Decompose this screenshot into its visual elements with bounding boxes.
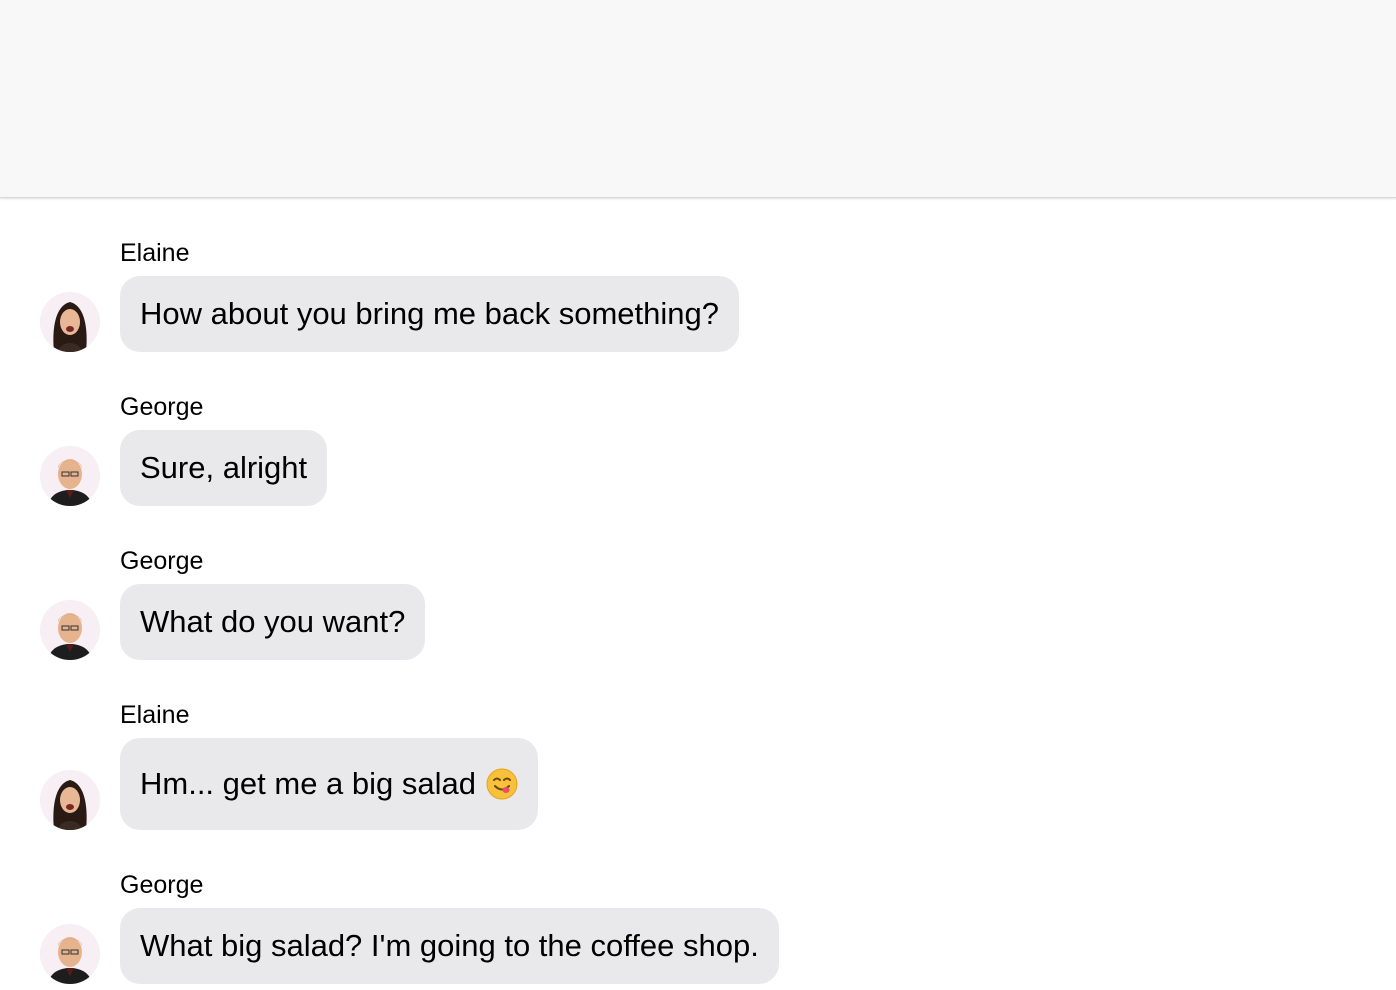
message-bubble: How about you bring me back something? <box>120 276 739 352</box>
sender-name: George <box>120 393 204 421</box>
message-item: George Sure, alright <box>0 392 1396 512</box>
message-text: Sure, alright <box>140 450 308 485</box>
sender-name: George <box>120 871 204 899</box>
elaine-avatar <box>40 770 100 830</box>
george-avatar <box>40 924 100 984</box>
sender-name: George <box>120 547 204 575</box>
message-list: Elaine How about you bring me back somet… <box>0 198 1396 990</box>
message-text: What do you want? <box>140 604 406 639</box>
message-item: Elaine How about you bring me back somet… <box>0 238 1396 358</box>
message-bubble: Hm... get me a big salad <box>120 738 538 830</box>
message-text: Hm... get me a big salad <box>140 766 476 801</box>
elaine-avatar <box>40 292 100 352</box>
message-item: George What big salad? I'm going to the … <box>0 870 1396 990</box>
george-avatar <box>40 600 100 660</box>
george-avatar <box>40 446 100 506</box>
message-item: Elaine Hm... get me a big salad <box>0 700 1396 836</box>
top-header-bar <box>0 0 1396 198</box>
yum-face-emoji-icon <box>486 768 518 800</box>
message-bubble: What do you want? <box>120 584 426 660</box>
message-item: George What do you want? <box>0 546 1396 666</box>
sender-name: Elaine <box>120 239 190 267</box>
message-text: How about you bring me back something? <box>140 296 719 331</box>
message-bubble: Sure, alright <box>120 430 328 506</box>
message-text: What big salad? I'm going to the coffee … <box>140 928 759 963</box>
message-bubble: What big salad? I'm going to the coffee … <box>120 908 779 984</box>
sender-name: Elaine <box>120 701 190 729</box>
